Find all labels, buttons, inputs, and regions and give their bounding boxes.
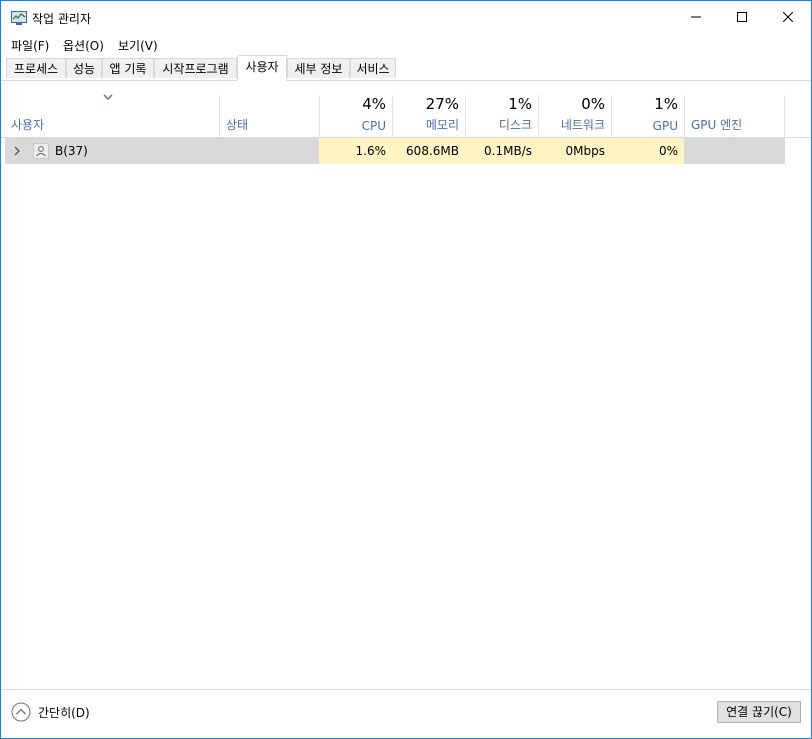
menu-bar: 파일(F) 옵션(O) 보기(V) (1, 33, 811, 55)
column-user[interactable]: 사용자 (1, 93, 219, 137)
column-memory[interactable]: 27% 메모리 (393, 93, 465, 137)
gpu-cell: 0% (611, 138, 684, 164)
user-cell: B(37) (5, 138, 219, 164)
menu-file[interactable]: 파일(F) (11, 37, 49, 54)
network-total-percent: 0% (581, 95, 605, 113)
maximize-icon (737, 12, 747, 22)
column-memory-label: 메모리 (425, 118, 459, 132)
memory-total-percent: 27% (425, 95, 459, 113)
disk-cell: 0.1MB/s (465, 138, 538, 164)
tab-details[interactable]: 세부 정보 (287, 58, 350, 78)
gpu-engine-cell (684, 138, 785, 164)
task-manager-window: 작업 관리자 파일(F) 옵션(O) 보기(V) 프로세스 성능 앱 기록 시작… (0, 0, 812, 739)
disconnect-button[interactable]: 연결 끊기(C) (717, 701, 801, 723)
column-gpu-engine[interactable]: GPU 엔진 (685, 93, 784, 137)
cpu-total-percent: 4% (362, 95, 386, 113)
column-separator[interactable] (784, 95, 785, 137)
column-status[interactable]: 상태 (220, 93, 319, 137)
expand-chevron-icon[interactable] (13, 146, 21, 156)
column-network[interactable]: 0% 네트워크 (539, 93, 611, 137)
tab-processes[interactable]: 프로세스 (6, 58, 66, 78)
menu-view[interactable]: 보기(V) (118, 37, 158, 54)
column-disk[interactable]: 1% 디스크 (466, 93, 538, 137)
tab-services[interactable]: 서비스 (350, 58, 396, 78)
column-cpu[interactable]: 4% CPU (320, 93, 392, 137)
tab-strip: 프로세스 성능 앱 기록 시작프로그램 사용자 세부 정보 서비스 (1, 55, 811, 81)
minimize-button[interactable] (673, 1, 719, 33)
tab-performance[interactable]: 성능 (66, 58, 102, 78)
title-bar[interactable]: 작업 관리자 (1, 1, 811, 33)
tab-users[interactable]: 사용자 (237, 55, 287, 81)
table-row[interactable]: B(37) 1.6% 608.6MB 0.1MB/s 0Mbps 0% (5, 138, 785, 164)
column-cpu-label: CPU (361, 119, 386, 133)
close-button[interactable] (765, 1, 811, 33)
close-icon (783, 12, 793, 22)
user-icon (33, 143, 49, 159)
fewer-details-button[interactable]: 간단히(D) (11, 702, 90, 722)
disk-total-percent: 1% (508, 95, 532, 113)
column-gpu-engine-label: GPU 엔진 (691, 118, 743, 132)
task-manager-icon (11, 11, 27, 25)
tab-startup[interactable]: 시작프로그램 (154, 58, 237, 78)
collapse-circle-icon (11, 702, 31, 722)
cpu-cell: 1.6% (319, 138, 392, 164)
network-cell: 0Mbps (538, 138, 611, 164)
column-user-label: 사용자 (11, 118, 45, 132)
column-network-label: 네트워크 (560, 118, 605, 132)
column-gpu[interactable]: 1% GPU (612, 93, 684, 137)
minimize-icon (691, 16, 701, 18)
column-header: 사용자 상태 4% CPU 27% 메모리 1% 디스크 0% 네트워크 1% … (1, 81, 811, 138)
column-status-label: 상태 (226, 118, 249, 132)
maximize-button[interactable] (719, 1, 765, 33)
window-title: 작업 관리자 (32, 12, 92, 26)
column-gpu-label: GPU (652, 119, 678, 133)
gpu-total-percent: 1% (654, 95, 678, 113)
footer: 간단히(D) 연결 끊기(C) (1, 689, 811, 738)
menu-options[interactable]: 옵션(O) (63, 37, 104, 54)
fewer-details-label: 간단히(D) (38, 705, 90, 720)
user-name: B(37) (55, 144, 88, 158)
memory-cell: 608.6MB (392, 138, 465, 164)
column-disk-label: 디스크 (498, 118, 532, 132)
tab-app-history[interactable]: 앱 기록 (102, 58, 154, 78)
status-cell (219, 138, 319, 164)
